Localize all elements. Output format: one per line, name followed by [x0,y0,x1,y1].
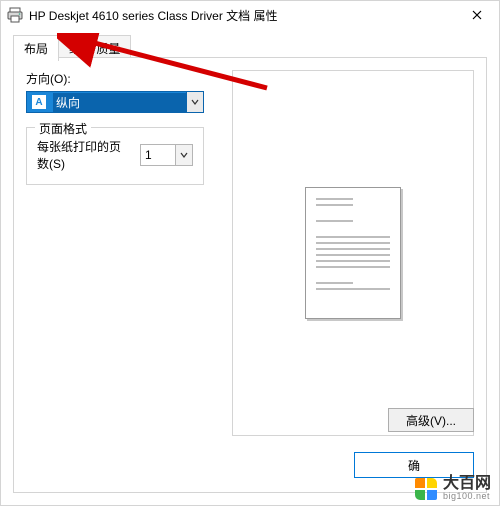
properties-dialog: HP Deskjet 4610 series Class Driver 文档 属… [0,0,500,506]
tab-panel-layout: 方向(O): A 纵向 页面格式 每张纸打印的页数(S) [13,57,487,493]
pages-per-sheet-label: 每张纸打印的页数(S) [37,138,132,172]
tab-layout-label: 布局 [24,42,48,56]
close-button[interactable] [457,1,497,29]
chevron-down-icon [175,145,192,165]
window-title: HP Deskjet 4610 series Class Driver 文档 属… [29,7,457,24]
chevron-down-icon [186,92,203,112]
advanced-button[interactable]: 高级(V)... [388,408,474,432]
page-format-group-title: 页面格式 [35,120,91,137]
tab-paper-quality-label: 纸张/质量 [69,42,120,56]
print-preview-pane [232,70,474,436]
watermark-domain: big100.net [443,492,491,501]
preview-page [305,187,401,319]
watermark: 大百网 big100.net [415,476,491,501]
watermark-logo-icon [415,478,437,500]
printer-icon [7,7,23,23]
watermark-brand: 大百网 [443,476,491,492]
orientation-portrait-icon: A [31,94,47,110]
tab-layout[interactable]: 布局 [13,35,59,61]
pages-per-sheet-combo[interactable] [140,144,193,166]
pages-per-sheet-value[interactable] [141,146,175,164]
orientation-value: 纵向 [53,93,199,112]
page-format-group: 页面格式 每张纸打印的页数(S) [26,127,204,185]
client-area: 布局 纸张/质量 方向(O): A 纵向 页面格式 每张纸打印的页数(S) [1,29,499,505]
titlebar: HP Deskjet 4610 series Class Driver 文档 属… [1,1,499,29]
orientation-combo[interactable]: A 纵向 [26,91,204,113]
